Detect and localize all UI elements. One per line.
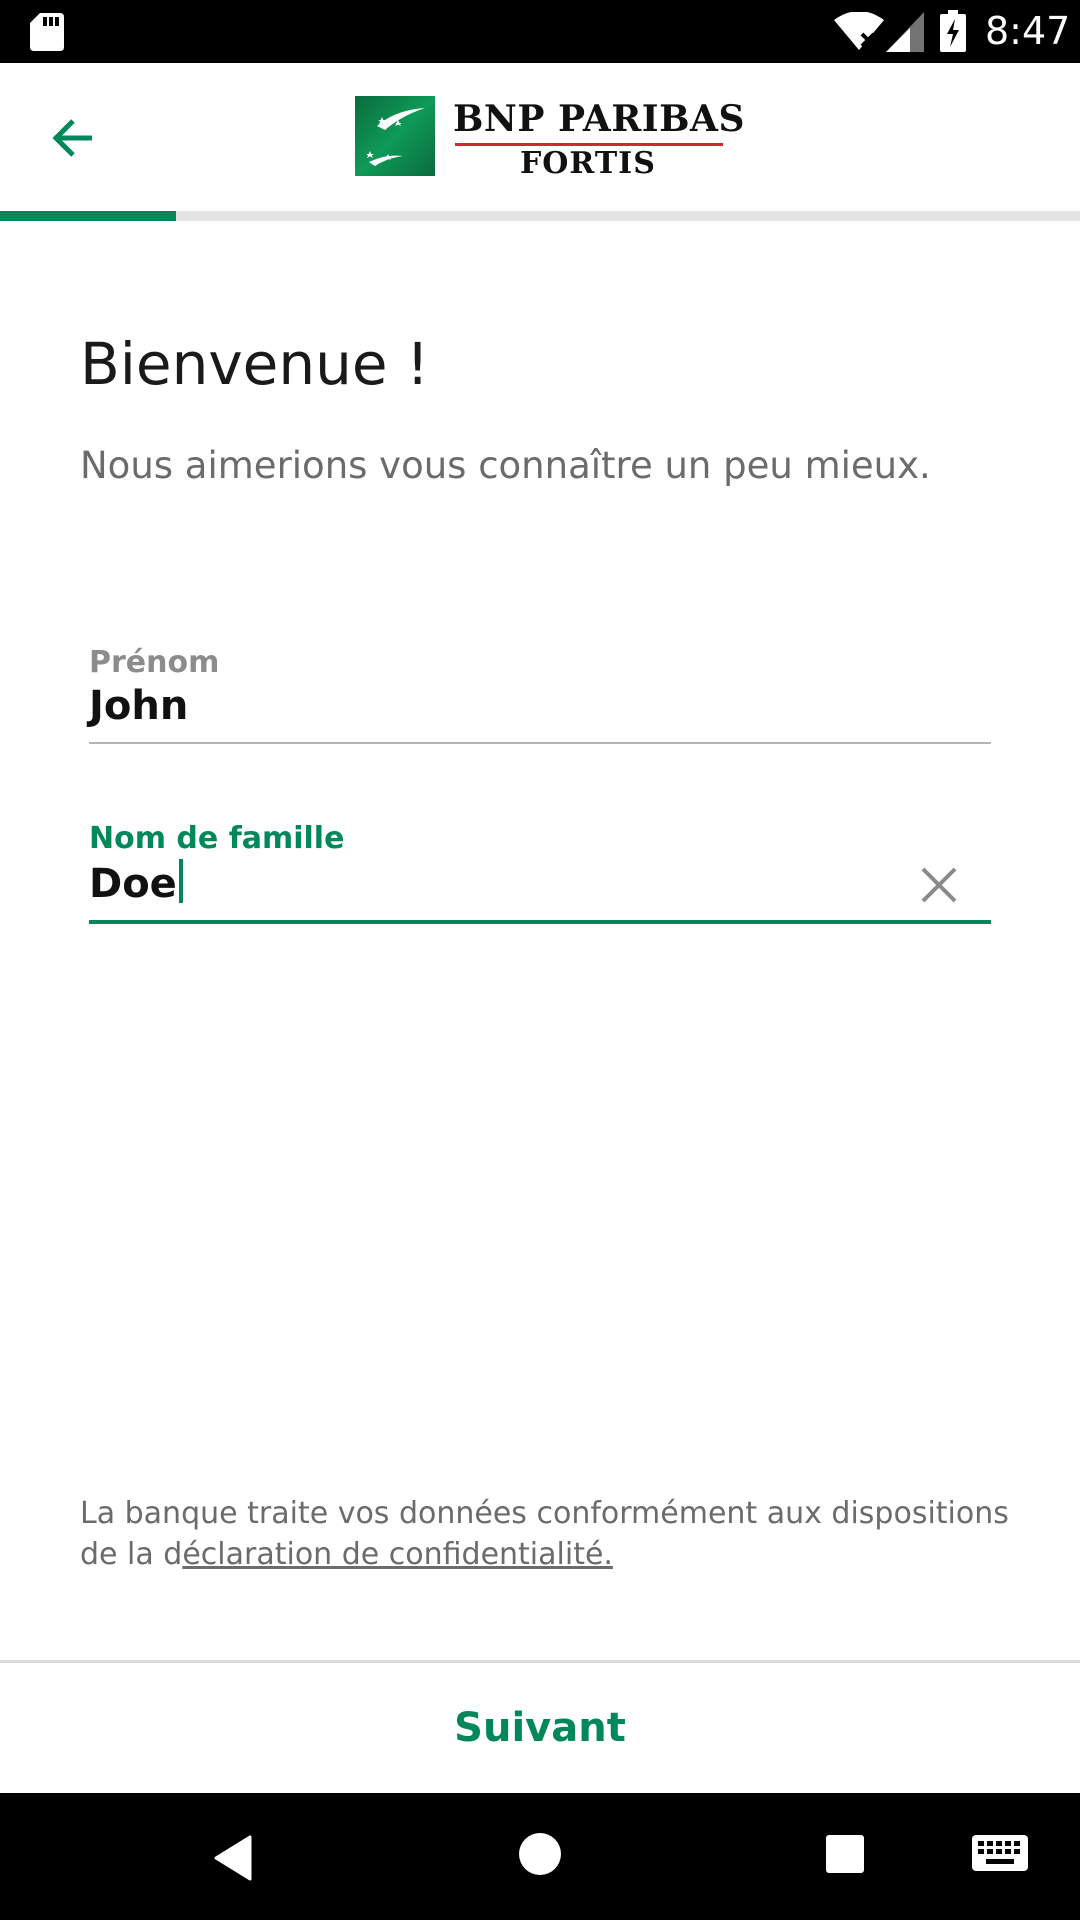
home-circle-icon[interactable] [517,1831,563,1877]
status-bar: 8:47 [0,0,1080,63]
navigation-bar [0,1793,1080,1920]
app-bar: BNP PARIBAS FORTIS [0,63,1080,213]
last-name-field[interactable]: Nom de famille Doe [89,821,991,926]
privacy-declaration-link[interactable]: éclaration de confidentialité. [182,1537,613,1572]
privacy-notice: La banque traite vos données conformémen… [80,1493,1010,1575]
keyboard-icon[interactable] [972,1835,1028,1875]
last-name-underline [89,920,991,924]
last-name-input-wrap[interactable]: Doe [89,859,183,907]
first-name-input[interactable]: John [89,683,188,729]
progress-bar [0,211,1080,221]
back-arrow-icon[interactable] [40,103,110,173]
next-button[interactable]: Suivant [0,1663,1080,1793]
logo-line1: BNP PARIBAS [453,98,745,140]
screen: 8:47 BNP PARIBAS FORTIS Bienvenue ! Nous… [0,0,1080,1920]
sd-card-icon [30,13,64,51]
close-icon[interactable] [917,863,961,907]
recents-square-icon[interactable] [824,1833,866,1875]
first-name-field[interactable]: Prénom John [89,645,991,745]
bnp-paribas-fortis-logo: BNP PARIBAS FORTIS [355,96,744,181]
text-cursor [178,859,183,903]
battery-charging-icon [940,10,966,52]
logo-line2: FORTIS [520,146,656,181]
last-name-input[interactable]: Doe [89,861,177,907]
back-triangle-icon[interactable] [210,1833,260,1883]
first-name-label: Prénom [89,645,220,680]
first-name-underline [89,742,991,744]
page-title: Bienvenue ! [80,330,430,398]
status-time: 8:47 [985,9,1071,53]
signal-icon [886,12,924,52]
progress-fill [0,211,177,221]
last-name-label: Nom de famille [89,821,345,856]
wifi-icon [834,12,884,50]
page-subtitle: Nous aimerions vous connaître un peu mie… [80,444,931,487]
logo-stars-icon [355,96,435,176]
